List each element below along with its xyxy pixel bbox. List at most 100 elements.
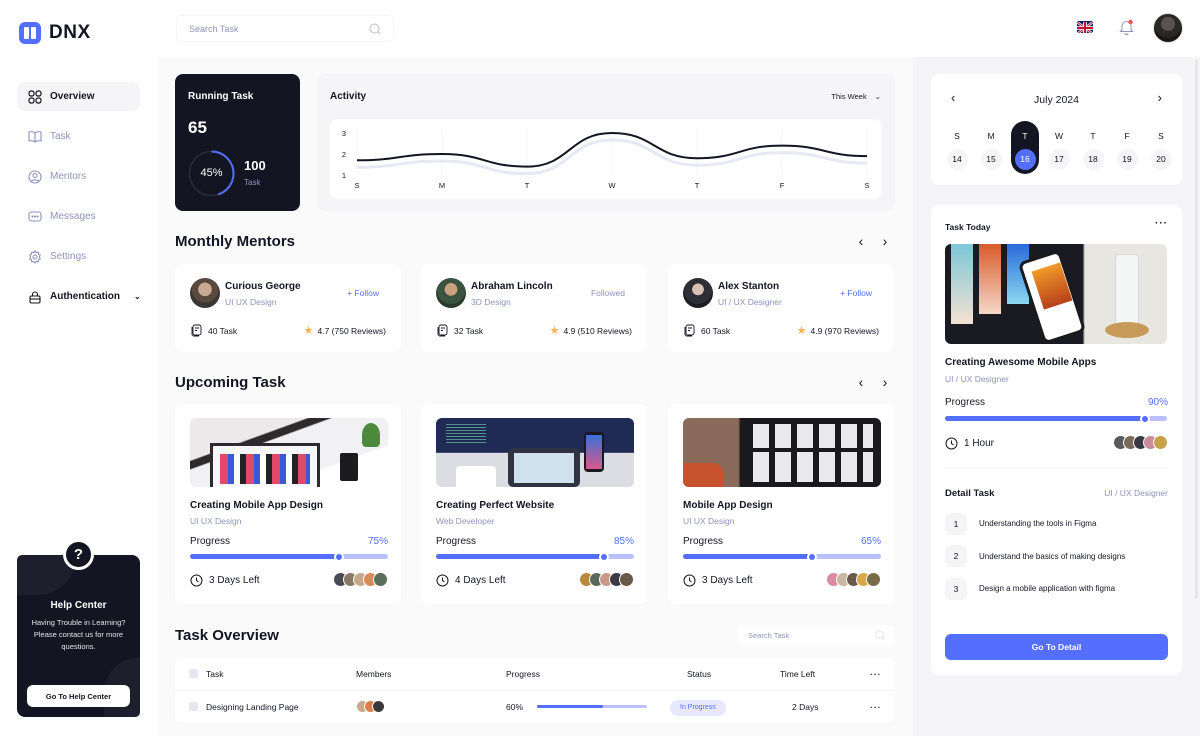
prev-arrow-icon[interactable]: ‹ — [856, 233, 866, 249]
calendar-days: S 14 M 15 T 16 W 17 T 18 F 19 S 20 — [943, 121, 1175, 179]
x-tick-label: T — [695, 181, 700, 190]
go-to-detail-button[interactable]: Go To Detail — [945, 634, 1168, 660]
column-header-members[interactable]: Members — [356, 658, 391, 691]
divider — [945, 468, 1168, 469]
more-icon[interactable]: ··· — [1155, 218, 1168, 229]
logo[interactable]: DNX — [19, 22, 91, 44]
sidebar-item-task[interactable]: Task — [17, 122, 140, 151]
app: DNX Overview Task Mentors Messages Setti… — [0, 0, 1200, 736]
calendar-day[interactable]: T 18 — [1079, 126, 1107, 174]
progress-knob — [333, 551, 344, 562]
clock-icon — [683, 574, 696, 587]
y-tick-label: 1 — [342, 171, 346, 180]
time-left: 4 Days Left — [436, 574, 506, 587]
mentor-avatar — [436, 278, 466, 308]
sidebar-item-mentors[interactable]: Mentors — [17, 162, 140, 191]
member-avatars — [826, 572, 881, 587]
chevron-down-icon[interactable]: ⌄ — [134, 292, 141, 301]
mentor-card[interactable]: Alex Stanton UI / UX Designer + Follow 6… — [668, 264, 894, 352]
task-today-role: UI / UX Designer — [945, 374, 1009, 384]
user-avatar[interactable] — [1153, 13, 1183, 43]
prev-arrow-icon[interactable]: ‹ — [856, 374, 866, 390]
mentor-name: Abraham Lincoln — [471, 281, 553, 292]
task-role: Web Developer — [436, 516, 495, 526]
follow-button[interactable]: + Follow — [347, 288, 379, 298]
scrollbar[interactable] — [1195, 59, 1198, 599]
search-icon[interactable] — [369, 23, 381, 35]
sidebar-item-label: Mentors — [50, 171, 87, 182]
row-task-name: Designing Landing Page — [206, 702, 299, 712]
day-of-week: M — [987, 131, 995, 141]
calendar-day[interactable]: S 14 — [943, 126, 971, 174]
time-left-text: 3 Days Left — [702, 575, 753, 586]
upcoming-task-card[interactable]: Creating Mobile App Design UI UX Design … — [175, 404, 401, 604]
progress-label: Progress — [436, 536, 477, 547]
detail-steps: 1 Understanding the tools in Figma 2 Under… — [945, 511, 1125, 609]
mentor-role: UI / UX Designer — [718, 297, 782, 307]
column-header-task[interactable]: Task — [206, 658, 223, 691]
table-row[interactable]: Designing Landing Page 60% In Progress 2… — [175, 691, 895, 724]
next-arrow-icon[interactable]: › — [880, 233, 890, 249]
column-header-time-left[interactable]: Time Left — [780, 658, 815, 691]
book-icon — [28, 130, 42, 143]
search-icon[interactable] — [875, 630, 885, 640]
range-select[interactable]: This Week ⌄ — [831, 92, 881, 101]
mentor-card[interactable]: Curious George UI UX Design + Follow 40 … — [175, 264, 401, 352]
search-input[interactable] — [189, 23, 369, 34]
mentor-card[interactable]: Abraham Lincoln 3D Design Followed 32 Ta… — [421, 264, 647, 352]
go-to-help-center-button[interactable]: Go To Help Center — [27, 685, 130, 707]
table-header: Task Members Progress Status Time Left ·… — [175, 658, 895, 691]
calendar-day[interactable]: W 17 — [1045, 126, 1073, 174]
bell-icon[interactable] — [1119, 19, 1134, 35]
calendar-day[interactable]: F 19 — [1113, 126, 1141, 174]
day-date: 15 — [980, 149, 1002, 170]
sidebar-item-overview[interactable]: Overview — [17, 82, 140, 111]
more-icon[interactable]: ··· — [870, 691, 882, 724]
activity-chart-svg: S M T W T F S123 — [342, 129, 870, 190]
overview-search-input[interactable] — [748, 630, 858, 640]
upcoming-task-card[interactable]: Mobile App Design UI UX Design Progress … — [668, 404, 894, 604]
sidebar-item-settings[interactable]: Settings — [17, 242, 140, 271]
detail-step: 2 Understand the basics of making designs — [945, 544, 1125, 569]
mentor-rating: ★ 4.7 (750 Reviews) — [304, 324, 386, 337]
header — [158, 0, 1200, 57]
sidebar-item-label: Settings — [50, 251, 87, 262]
more-icon[interactable]: ··· — [870, 658, 882, 691]
sidebar-item-messages[interactable]: Messages — [17, 202, 140, 231]
calendar-day[interactable]: S 20 — [1147, 126, 1175, 174]
mentor-rating: ★ 4.9 (510 Reviews) — [550, 324, 632, 337]
next-month-icon[interactable]: › — [1158, 90, 1162, 105]
time-left-text: 1 Hour — [964, 438, 995, 449]
sidebar-item-label: Overview — [50, 91, 95, 102]
calendar-day[interactable]: M 15 — [977, 126, 1005, 174]
calendar-day-selected[interactable]: T 16 — [1011, 121, 1039, 174]
x-tick-label: M — [439, 181, 445, 190]
followed-button[interactable]: Followed — [591, 288, 625, 298]
uk-flag-icon[interactable] — [1077, 21, 1093, 33]
task-overview-table: Task Members Progress Status Time Left ·… — [175, 658, 895, 724]
running-task-total: 100 — [244, 158, 266, 173]
status-badge-wrap: In Progress — [670, 691, 726, 724]
logo-text: DNX — [49, 22, 91, 43]
chevron-down-icon: ⌄ — [874, 92, 881, 101]
task-count-text: 32 Task — [454, 325, 484, 336]
mentor-avatar — [683, 278, 713, 308]
task-thumbnail — [436, 418, 634, 487]
logo-book-icon — [19, 22, 41, 44]
row-checkbox[interactable] — [189, 702, 198, 711]
next-arrow-icon[interactable]: › — [880, 374, 890, 390]
mentor-task-count: 40 Task — [190, 324, 237, 337]
sidebar-item-authentication[interactable]: Authentication ⌄ — [17, 282, 141, 311]
task-count-text: 40 Task — [208, 325, 238, 336]
member-avatars — [333, 572, 388, 587]
clock-icon — [436, 574, 449, 587]
rating-text: 4.9 (970 Reviews) — [810, 325, 879, 336]
activity-card: Activity This Week ⌄ SMTWTFS123 — [317, 74, 895, 211]
column-header-progress[interactable]: Progress — [506, 658, 540, 691]
task-thumbnail — [190, 418, 388, 487]
upcoming-task-card[interactable]: Creating Perfect Website Web Developer P… — [421, 404, 647, 604]
follow-button[interactable]: + Follow — [840, 288, 872, 298]
select-all-checkbox[interactable] — [189, 669, 198, 678]
sidebar: DNX Overview Task Mentors Messages Setti… — [0, 0, 158, 736]
column-header-status[interactable]: Status — [687, 658, 711, 691]
